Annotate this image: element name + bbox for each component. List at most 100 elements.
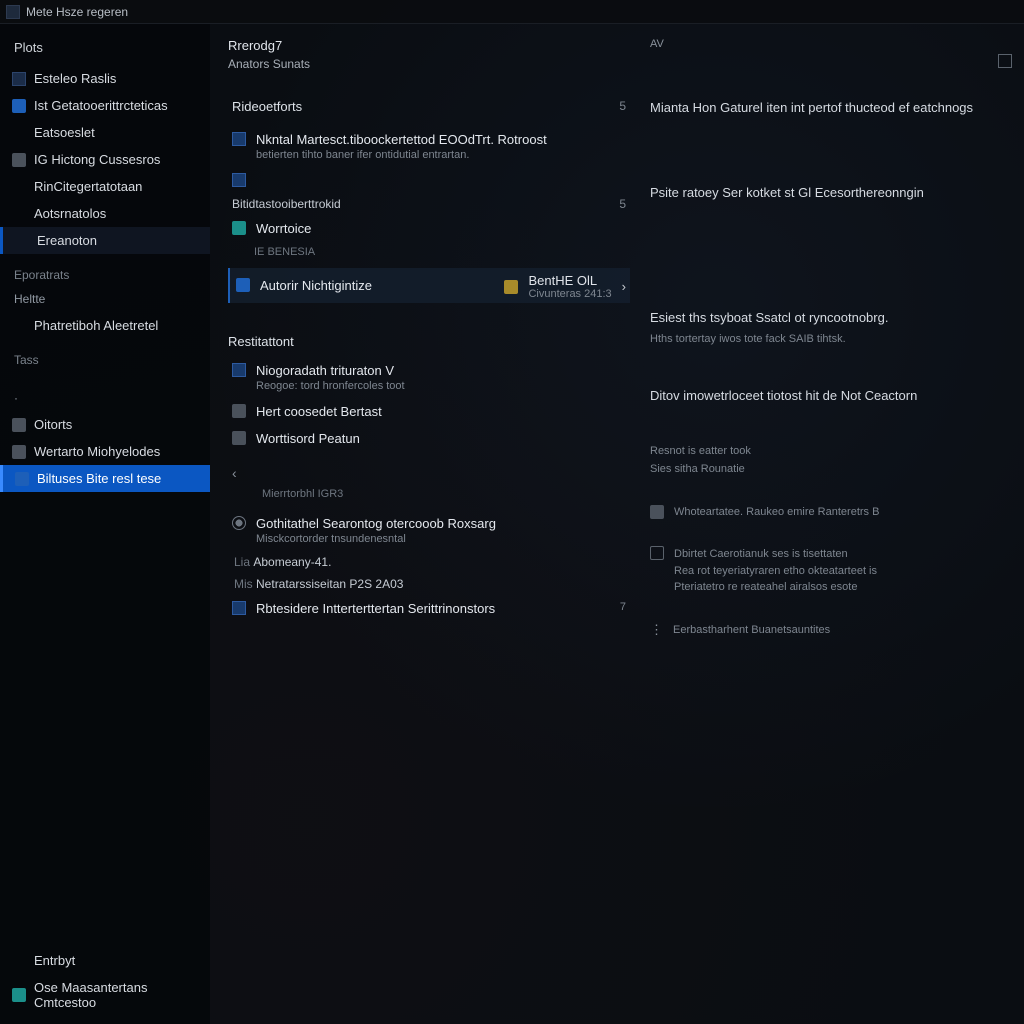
module-icon: [12, 207, 26, 221]
document-icon: [232, 601, 246, 615]
entry-meta: 7: [620, 601, 626, 613]
section-rest-title: Restitattont: [228, 334, 630, 349]
sidebar-dot: ·: [0, 385, 210, 411]
record-entry-2[interactable]: [228, 167, 630, 193]
val: Netratarssiseitan P2S 2A03: [256, 577, 403, 591]
module-icon: [12, 72, 26, 86]
sidebar-item-esteleo[interactable]: Esteleo Raslis: [0, 65, 210, 92]
prefix: Mis: [234, 577, 253, 591]
entry-title: Worttisord Peatun: [256, 431, 626, 446]
entry-title: Rbtesidere Intterterttertan Serittrinons…: [256, 601, 602, 616]
module-icon: [12, 99, 26, 113]
info-title-3: Esiest ths tsyboat Ssatcl ot ryncootnobr…: [650, 310, 1014, 325]
info-title-6: Whoteartatee. Raukeo emire Ranteretrs B: [674, 504, 879, 521]
more-line4[interactable]: Mis Netratarssiseitan P2S 2A03: [228, 573, 630, 595]
sidebar-item-label: IG Hictong Cussesros: [34, 152, 160, 167]
module-icon: [12, 153, 26, 167]
sidebar: Plots Esteleo Raslis Ist Getatooerittrct…: [0, 24, 210, 1024]
rest-entry-2[interactable]: Hert coosedet Bertast: [228, 398, 630, 425]
sidebar-item-label: Heltte: [14, 292, 45, 306]
entry-title: Hert coosedet Bertast: [256, 404, 626, 419]
record-entry-1[interactable]: Nkntal Martesct.tiboockertettod EOOdTrt.…: [228, 126, 630, 167]
folder-sub: Civunteras 241:3: [528, 288, 611, 300]
sidebar-category-exports: Eporatrats: [0, 254, 210, 286]
sidebar-item-biltuses[interactable]: Biltuses Bite resl tese: [0, 465, 210, 492]
module-icon: [15, 234, 29, 248]
badge-icon: [232, 431, 246, 445]
wort-sub: IE BENESIA: [228, 246, 630, 258]
app-icon: [232, 221, 246, 235]
info-title-2: Psite ratoey Ser kotket st Gl Ecesorther…: [650, 185, 1014, 200]
document-icon: [232, 363, 246, 377]
page-title: Rrerodg7: [228, 38, 630, 53]
module-icon: [12, 319, 26, 333]
folder-name: BentHE OlL: [528, 273, 611, 288]
sidebar-item-rincite[interactable]: RinCitegertatotaan: [0, 173, 210, 200]
sidebar-item-label: Eatsoeslet: [34, 125, 95, 140]
sidebar-item-label: Phatretiboh Aleetretel: [34, 318, 158, 333]
sidebar-item-eatso[interactable]: Eatsoeslet: [0, 119, 210, 146]
checkbox-icon[interactable]: [650, 546, 664, 560]
module-icon: [15, 472, 29, 486]
document-icon: [232, 132, 246, 146]
rest-entry-3[interactable]: Worttisord Peatun: [228, 425, 630, 452]
more-line1: Mierrtorbhl IGR3: [228, 488, 630, 500]
center-panel: Rrerodg7 Anators Sunats Rideoetforts 5 N…: [210, 24, 640, 1024]
corner-expand-icon[interactable]: [998, 54, 1012, 68]
sidebar-category-tags: Tass: [0, 339, 210, 371]
sidebar-item-phatret[interactable]: Phatretiboh Aleetretel: [0, 312, 210, 339]
sidebar-item-ereanoton[interactable]: Ereanoton: [0, 227, 210, 254]
entry-title: Gothitathel Searontog otercooob Roxsarg: [256, 516, 626, 531]
titlebar: Mete Hsze regeren: [0, 0, 1024, 24]
sidebar-item-label: RinCitegertatotaan: [34, 179, 142, 194]
badge-icon: [232, 404, 246, 418]
more-line3[interactable]: Lia Abomeany-41.: [228, 551, 630, 573]
sidebar-item-label: Ereanoton: [37, 233, 97, 248]
info-sub-5: Sies sitha Rounatie: [650, 461, 1014, 478]
app-title: Mete Hsze regeren: [26, 5, 128, 19]
sidebar-item-label: Ose Maasantertans Cmtcestoo: [34, 980, 198, 1010]
document-icon: [232, 173, 246, 187]
rest-entry-1[interactable]: Niogoradath trituraton V Reogoe: tord hr…: [228, 357, 630, 398]
entry-desc: Reogoe: tord hronfercoles toot: [256, 380, 626, 392]
info-title-8: Eerbastharhent Buanetsauntites: [673, 622, 830, 639]
module-icon: [12, 445, 26, 459]
sidebar-item-aots[interactable]: Aotsrnatolos: [0, 200, 210, 227]
more-entry-goth[interactable]: Gothitathel Searontog otercooob Roxsarg …: [228, 510, 630, 551]
section-count: 5: [619, 99, 626, 113]
folder-icon: [504, 280, 518, 294]
sidebar-header: Plots: [0, 34, 210, 65]
sidebar-sub-heltte[interactable]: Heltte: [0, 286, 210, 312]
sidebar-item-wertarto[interactable]: Wertarto Miohyelodes: [0, 438, 210, 465]
sidebar-item-hictong[interactable]: IG Hictong Cussesros: [0, 146, 210, 173]
back-icon[interactable]: [232, 466, 246, 480]
section-records-header: Rideoetforts 5: [228, 85, 630, 126]
row-efficiency[interactable]: Bitidtastooiberttrokid 5: [228, 193, 630, 215]
sidebar-item-getato[interactable]: Ist Getatooerittrcteticas: [0, 92, 210, 119]
val: Abomeany-41.: [253, 555, 331, 569]
sidebar-item-label: Esteleo Raslis: [34, 71, 116, 86]
sidebar-item-label: Biltuses Bite resl tese: [37, 471, 161, 486]
info-sub-7a: Rea rot teyeriatyraren etho okteatarteet…: [674, 563, 877, 580]
right-top-tag: AV: [650, 38, 1014, 50]
sidebar-item-label: Ist Getatooerittrcteticas: [34, 98, 168, 113]
app-logo-icon: [6, 5, 20, 19]
info-sub-7b: Pteriatetro re reateahel airalsos esote: [674, 579, 877, 596]
entry-title: Nkntal Martesct.tiboockertettod EOOdTrt.…: [256, 132, 626, 147]
more-entry-rbtes[interactable]: Rbtesidere Intterterttertan Serittrinons…: [228, 595, 630, 622]
worttoice-entry[interactable]: Worrtoice: [228, 215, 630, 242]
row-label: Bitidtastooiberttrokid: [232, 197, 341, 211]
module-icon: [12, 126, 26, 140]
info-title-5: Resnot is eatter took: [650, 443, 1014, 460]
sidebar-item-entrbyt[interactable]: Entrbyt: [0, 947, 210, 974]
module-icon: [12, 180, 26, 194]
entry-desc: betierten tihto baner ifer ontidutial en…: [256, 149, 626, 161]
sidebar-item-oitorts[interactable]: Oitorts: [0, 411, 210, 438]
module-icon: [12, 954, 26, 968]
module-icon: [12, 418, 26, 432]
chevron-icon[interactable]: ⋮: [650, 622, 663, 638]
sidebar-item-ose[interactable]: Ose Maasantertans Cmtcestoo: [0, 974, 210, 1016]
row-value: 5: [619, 197, 626, 211]
back-row[interactable]: [228, 462, 630, 484]
sidebar-item-label: Aotsrnatolos: [34, 206, 106, 221]
